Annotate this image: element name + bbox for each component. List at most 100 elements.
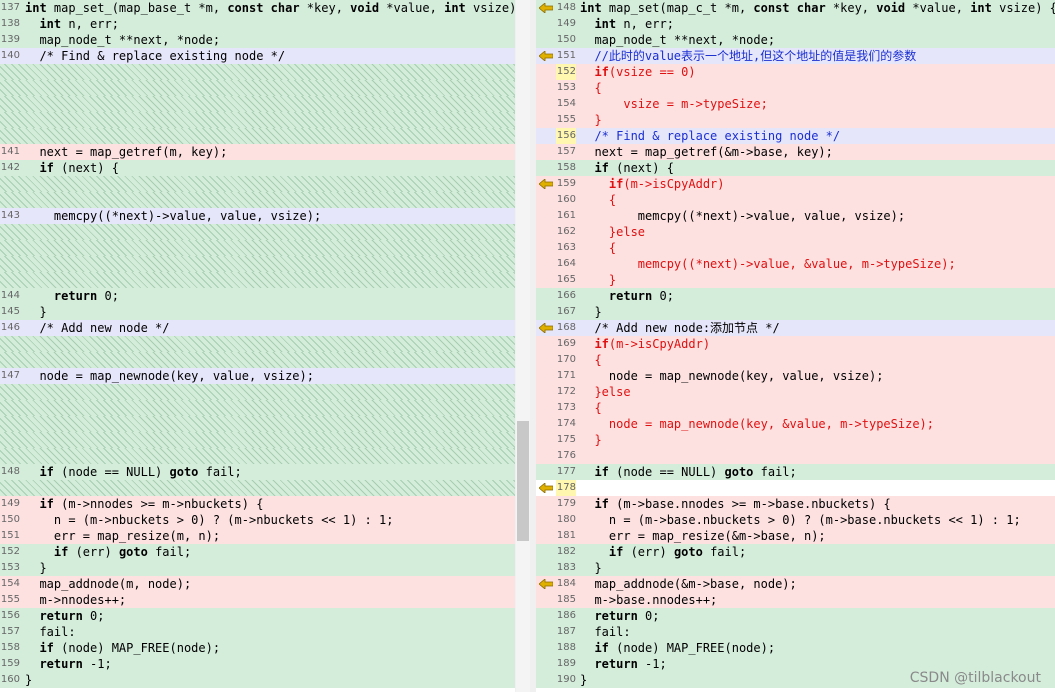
- merge-arrow-icon[interactable]: [539, 179, 553, 189]
- code-line[interactable]: [0, 256, 515, 272]
- code-line[interactable]: [0, 384, 515, 400]
- line-number: 158: [0, 642, 20, 653]
- code-line[interactable]: 141 next = map_getref(m, key);: [0, 144, 515, 160]
- code-line[interactable]: 182 if (err) goto fail;: [536, 544, 1055, 560]
- code-line[interactable]: [0, 176, 515, 192]
- code-line[interactable]: 157 next = map_getref(&m->base, key);: [536, 144, 1055, 160]
- code-line[interactable]: 140 /* Find & replace existing node */: [0, 48, 515, 64]
- code-line[interactable]: 153 }: [0, 560, 515, 576]
- code-line[interactable]: 160 {: [536, 192, 1055, 208]
- code-line[interactable]: 167 }: [536, 304, 1055, 320]
- code-line[interactable]: 184 map_addnode(&m->base, node);: [536, 576, 1055, 592]
- code-line[interactable]: [0, 400, 515, 416]
- merge-arrow-icon[interactable]: [539, 3, 553, 13]
- merge-arrow-icon[interactable]: [539, 51, 553, 61]
- code-line[interactable]: [0, 336, 515, 352]
- code-line[interactable]: 146 /* Add new node */: [0, 320, 515, 336]
- code-line[interactable]: 148 if (node == NULL) goto fail;: [0, 464, 515, 480]
- code-line[interactable]: 175 }: [536, 432, 1055, 448]
- code-line[interactable]: 169 if(m->isCpyAddr): [536, 336, 1055, 352]
- code-line[interactable]: 165 }: [536, 272, 1055, 288]
- code-line[interactable]: 155 }: [536, 112, 1055, 128]
- code-line[interactable]: 152 if(vsize == 0): [536, 64, 1055, 80]
- code-line[interactable]: 162 }else: [536, 224, 1055, 240]
- scrollbar-thumb[interactable]: [517, 421, 529, 541]
- scrollbar-track[interactable]: [516, 0, 530, 692]
- code-line[interactable]: 158 if (next) {: [536, 160, 1055, 176]
- line-number: 138: [0, 18, 20, 29]
- code-line[interactable]: 174 node = map_newnode(key, &value, m->t…: [536, 416, 1055, 432]
- code-line[interactable]: 177 if (node == NULL) goto fail;: [536, 464, 1055, 480]
- code-line[interactable]: 139 map_node_t **next, *node;: [0, 32, 515, 48]
- line-number: 147: [0, 370, 20, 381]
- code-line[interactable]: 152 if (err) goto fail;: [0, 544, 515, 560]
- code-line[interactable]: 183 }: [536, 560, 1055, 576]
- code-line[interactable]: [0, 128, 515, 144]
- code-line[interactable]: 150 n = (m->nbuckets > 0) ? (m->nbuckets…: [0, 512, 515, 528]
- right-pane[interactable]: 148 int map_set(map_c_t *m, const char *k…: [536, 0, 1055, 692]
- code-line[interactable]: 185 m->base.nnodes++;: [536, 592, 1055, 608]
- code-line[interactable]: 170 {: [536, 352, 1055, 368]
- line-number: 169: [556, 338, 576, 349]
- code-line[interactable]: [0, 112, 515, 128]
- code-line[interactable]: 180 n = (m->base.nbuckets > 0) ? (m->bas…: [536, 512, 1055, 528]
- code-line[interactable]: 160}: [0, 672, 515, 688]
- code-line[interactable]: 171 node = map_newnode(key, value, vsize…: [536, 368, 1055, 384]
- code-line[interactable]: 145 }: [0, 304, 515, 320]
- code-line[interactable]: 143 memcpy((*next)->value, value, vsize)…: [0, 208, 515, 224]
- code-line[interactable]: [0, 64, 515, 80]
- code-line[interactable]: 187 fail:: [536, 624, 1055, 640]
- code-line[interactable]: 157 fail:: [0, 624, 515, 640]
- code-line[interactable]: 144 return 0;: [0, 288, 515, 304]
- code-line[interactable]: 156 return 0;: [0, 608, 515, 624]
- code-line[interactable]: 181 err = map_resize(&m->base, n);: [536, 528, 1055, 544]
- code-line[interactable]: [0, 352, 515, 368]
- code-text: /* Find & replace existing node */: [580, 129, 841, 143]
- code-line[interactable]: 138 int n, err;: [0, 16, 515, 32]
- code-line[interactable]: 159 return -1;: [0, 656, 515, 672]
- code-line[interactable]: [0, 224, 515, 240]
- code-line[interactable]: 166 return 0;: [536, 288, 1055, 304]
- code-line[interactable]: 186 return 0;: [536, 608, 1055, 624]
- code-line[interactable]: 151 err = map_resize(m, n);: [0, 528, 515, 544]
- code-line[interactable]: 142 if (next) {: [0, 160, 515, 176]
- code-line[interactable]: [0, 432, 515, 448]
- code-line[interactable]: 179 if (m->base.nnodes >= m->base.nbucke…: [536, 496, 1055, 512]
- code-line[interactable]: 188 if (node) MAP_FREE(node);: [536, 640, 1055, 656]
- code-line[interactable]: 168 /* Add new node:添加节点 */: [536, 320, 1055, 336]
- code-line[interactable]: 149 int n, err;: [536, 16, 1055, 32]
- code-line[interactable]: 154 vsize = m->typeSize;: [536, 96, 1055, 112]
- code-line[interactable]: 161 memcpy((*next)->value, value, vsize)…: [536, 208, 1055, 224]
- code-line[interactable]: 154 map_addnode(m, node);: [0, 576, 515, 592]
- code-line[interactable]: 172 }else: [536, 384, 1055, 400]
- merge-arrow-icon[interactable]: [539, 579, 553, 589]
- code-line[interactable]: [0, 80, 515, 96]
- code-line[interactable]: [0, 96, 515, 112]
- merge-arrow-icon[interactable]: [539, 323, 553, 333]
- code-line[interactable]: [0, 480, 515, 496]
- code-line[interactable]: [0, 448, 515, 464]
- merge-arrow-icon[interactable]: [539, 483, 553, 493]
- code-line[interactable]: [0, 272, 515, 288]
- left-pane[interactable]: 137 int map_set_(map_base_t *m, const cha…: [0, 0, 515, 692]
- code-line[interactable]: 178: [536, 480, 1055, 496]
- code-line[interactable]: 159 if(m->isCpyAddr): [536, 176, 1055, 192]
- code-line[interactable]: 148 int map_set(map_c_t *m, const char *k…: [536, 0, 1055, 16]
- code-line[interactable]: [0, 192, 515, 208]
- code-line[interactable]: 176: [536, 448, 1055, 464]
- code-line[interactable]: 156 /* Find & replace existing node */: [536, 128, 1055, 144]
- code-line[interactable]: 158 if (node) MAP_FREE(node);: [0, 640, 515, 656]
- code-line[interactable]: 153 {: [536, 80, 1055, 96]
- code-line[interactable]: 150 map_node_t **next, *node;: [536, 32, 1055, 48]
- code-line[interactable]: 164 memcpy((*next)->value, &value, m->ty…: [536, 256, 1055, 272]
- code-line[interactable]: 163 {: [536, 240, 1055, 256]
- code-line[interactable]: 173 {: [536, 400, 1055, 416]
- code-line[interactable]: 147 node = map_newnode(key, value, vsize…: [0, 368, 515, 384]
- code-line[interactable]: 137 int map_set_(map_base_t *m, const cha…: [0, 0, 515, 16]
- code-line[interactable]: 155 m->nnodes++;: [0, 592, 515, 608]
- code-line[interactable]: 149 if (m->nnodes >= m->nbuckets) {: [0, 496, 515, 512]
- line-number: 179: [556, 498, 576, 509]
- code-line[interactable]: 151 //此时的value表示一个地址,但这个地址的值是我们的参数: [536, 48, 1055, 64]
- code-line[interactable]: [0, 240, 515, 256]
- code-line[interactable]: [0, 416, 515, 432]
